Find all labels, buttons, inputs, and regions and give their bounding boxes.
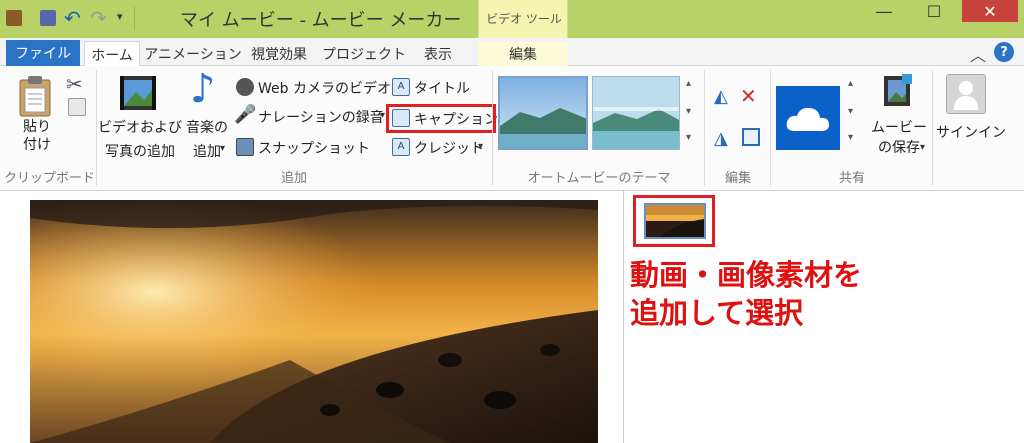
clip-thumbnail[interactable] — [644, 203, 706, 239]
video-preview[interactable] — [30, 200, 598, 443]
tab-file[interactable]: ファイル — [6, 40, 80, 66]
title-icon: A — [392, 78, 410, 96]
music-note-icon: ♪ — [190, 66, 216, 112]
add-video-photo-button[interactable]: ビデオおよび 写真の追加 — [98, 116, 182, 164]
add-video-label-1: ビデオおよび — [98, 120, 182, 136]
paste-button[interactable]: 貼り 付け — [12, 118, 62, 154]
tab-edit[interactable]: 編集 — [478, 42, 568, 66]
credits-dropdown-icon[interactable]: ▾ — [478, 141, 483, 152]
separator — [932, 70, 933, 186]
tab-view[interactable]: 表示 — [414, 42, 462, 66]
title-button[interactable]: タイトル — [414, 78, 470, 98]
rotate-right-icon[interactable]: ◮ — [714, 128, 728, 149]
snapshot-icon — [236, 138, 254, 156]
video-tools-label: ビデオ ツール — [486, 12, 562, 26]
paste-icon — [16, 74, 58, 118]
help-icon[interactable]: ? — [994, 42, 1014, 62]
share-gallery-more-icon[interactable]: ▾ — [848, 132, 853, 143]
narration-dropdown-icon[interactable]: ▾ — [380, 110, 385, 121]
separator — [96, 70, 97, 186]
credits-icon: A — [392, 138, 410, 156]
customize-dropdown-icon[interactable]: ▾ — [117, 10, 123, 23]
credits-button[interactable]: クレジット — [414, 138, 484, 158]
save-movie-icon — [882, 72, 916, 110]
add-video-photo-icon — [118, 74, 160, 114]
clipboard-group-label: クリップボード — [4, 171, 96, 186]
share-group-label: 共有 — [838, 171, 865, 186]
close-button[interactable]: ✕ — [962, 0, 1018, 22]
theme-gallery-more-icon[interactable]: ▾ — [686, 132, 691, 143]
instruction-annotation: 動画・画像素材を 追加して選択 — [630, 256, 862, 332]
tab-animation[interactable]: アニメーション — [144, 42, 241, 66]
snapshot-button[interactable]: スナップショット — [258, 138, 370, 158]
add-music-button[interactable]: 音楽の 追加 — [180, 116, 234, 164]
onedrive-icon[interactable] — [776, 86, 840, 150]
tab-home[interactable]: ホーム — [84, 41, 140, 67]
movie-maker-window: ↶ ↷ ▾ マイ ムービー - ムービー メーカー ビデオ ツール ― ☐ ✕ … — [0, 0, 1024, 443]
caption-highlight — [386, 104, 496, 133]
narration-button[interactable]: ナレーションの録音 — [258, 107, 384, 127]
app-icon[interactable] — [6, 10, 22, 26]
video-tools-context: ビデオ ツール — [478, 0, 568, 38]
save-movie-label-1: ムービー — [871, 120, 927, 136]
select-all-icon[interactable] — [742, 128, 760, 146]
ribbon-tabs: ファイル ホーム アニメーション 視覚効果 プロジェクト 表示 編集 ︿ ? — [0, 38, 1024, 67]
separator — [770, 70, 771, 186]
add-group-label: 追加 — [280, 171, 307, 186]
copy-icon[interactable] — [68, 98, 86, 116]
selected-clip-highlight — [633, 195, 715, 247]
maximize-button[interactable]: ☐ — [912, 0, 956, 22]
annotation-line-1: 動画・画像素材を — [630, 258, 863, 292]
webcam-button[interactable]: Web カメラのビデオ — [258, 78, 391, 98]
redo-icon[interactable]: ↷ — [90, 6, 107, 30]
annotation-line-2: 追加して選択 — [630, 296, 804, 330]
theme-thumbnail[interactable] — [498, 76, 588, 150]
paste-label-2: 付け — [23, 137, 51, 153]
add-music-label-1: 音楽の — [186, 120, 228, 136]
save-icon[interactable] — [40, 10, 56, 26]
tab-project[interactable]: プロジェクト — [318, 42, 410, 66]
theme-scroll-down-icon[interactable]: ▾ — [686, 106, 691, 117]
theme-thumbnail[interactable] — [592, 76, 680, 150]
automovie-group-label: オートムービーのテーマ — [527, 171, 671, 186]
add-music-dropdown-icon[interactable]: ▾ — [220, 143, 225, 154]
cut-icon[interactable]: ✂ — [66, 72, 83, 96]
sign-in-button[interactable]: サインイン — [936, 122, 1006, 142]
window-title: マイ ムービー - ムービー メーカー — [180, 10, 462, 31]
qa-divider — [134, 6, 135, 30]
microphone-icon: 🎤 — [234, 104, 257, 125]
share-scroll-down-icon[interactable]: ▾ — [848, 106, 853, 117]
collapse-ribbon-icon[interactable]: ︿ — [970, 42, 986, 66]
edit-group-label: 編集 — [724, 171, 751, 186]
user-avatar-icon — [946, 74, 986, 114]
separator — [492, 70, 493, 186]
storyboard-divider — [623, 191, 624, 443]
paste-label-1: 貼り — [23, 119, 51, 135]
theme-scroll-up-icon[interactable]: ▴ — [686, 78, 691, 89]
tab-visual-effects[interactable]: 視覚効果 — [244, 42, 314, 66]
remove-icon[interactable]: ✕ — [740, 84, 757, 108]
add-music-label-2: 追加 — [193, 144, 221, 160]
title-bar: ↶ ↷ ▾ マイ ムービー - ムービー メーカー ビデオ ツール ― ☐ ✕ — [0, 0, 1024, 38]
minimize-button[interactable]: ― — [862, 0, 906, 22]
separator — [704, 70, 705, 186]
ribbon: 貼り 付け ✂ クリップボード ビデオおよび 写真の追加 ♪ 音楽の 追加 ▾ — [0, 66, 1024, 191]
webcam-icon — [236, 78, 254, 96]
undo-icon[interactable]: ↶ — [64, 6, 81, 30]
add-video-label-2: 写真の追加 — [105, 144, 175, 160]
save-movie-dropdown-icon[interactable]: ▾ — [920, 142, 925, 153]
share-scroll-up-icon[interactable]: ▴ — [848, 78, 853, 89]
rotate-left-icon[interactable]: ◭ — [714, 86, 728, 107]
